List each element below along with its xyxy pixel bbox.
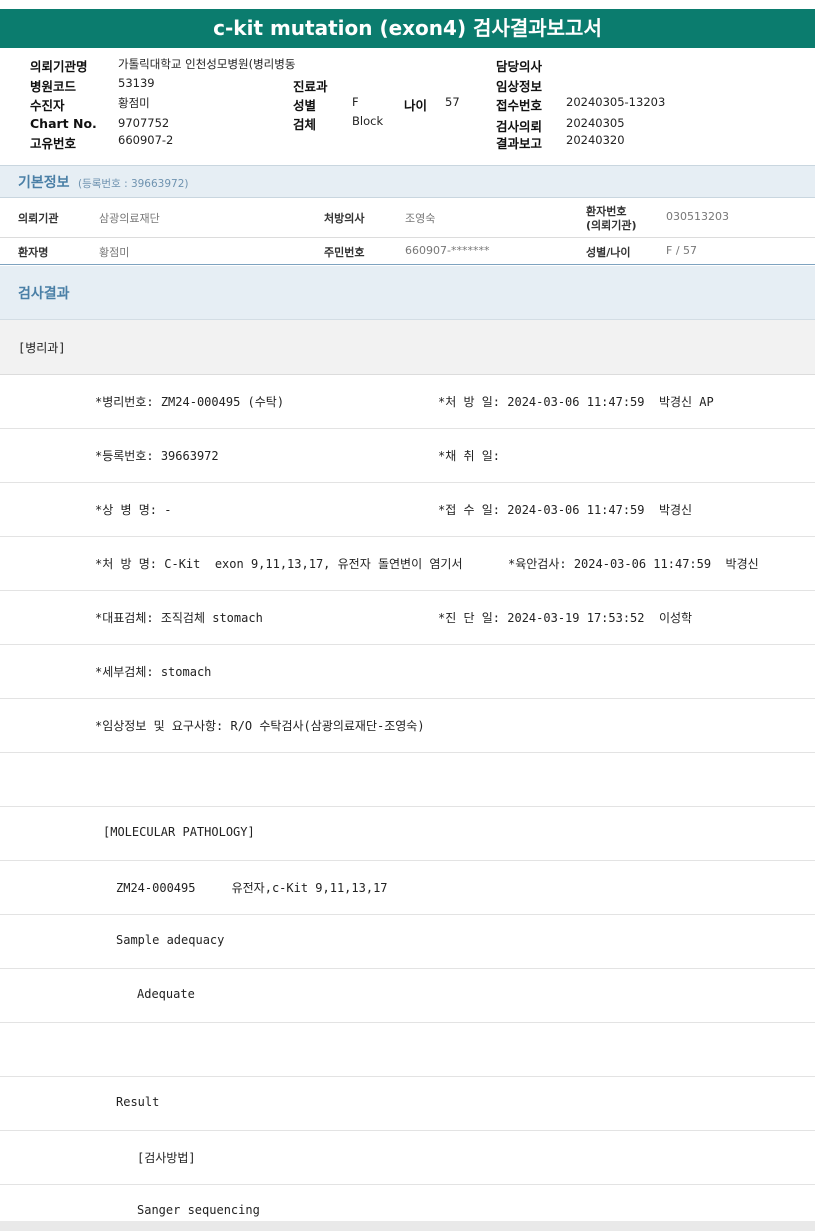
result-row: *임상정보 및 요구사항: R/O 수탁검사(삼광의료재단-조영숙)	[0, 699, 815, 753]
sex-age-label: 성별/나이	[586, 246, 631, 259]
diagnosis-name-line: *상 병 명: -	[95, 503, 172, 517]
sample-adequacy-line: Sample adequacy	[116, 933, 225, 947]
patient-number-value: 030513203	[666, 210, 729, 223]
result-row: *세부검체: stomach	[0, 645, 815, 699]
result-row: ZM24-000495 유전자,c-Kit 9,11,13,17	[0, 861, 815, 915]
receipt-no-label: 접수번호	[496, 98, 543, 113]
result-row: *처 방 명: C-Kit exon 9,11,13,17, 유전자 돌연변이 …	[0, 537, 815, 591]
case-line: ZM24-000495 유전자,c-Kit 9,11,13,17	[116, 881, 388, 895]
collection-date-line: *채 취 일:	[438, 449, 501, 463]
result-row: *대표검체: 조직검체 stomach *진 단 일: 2024-03-19 1…	[0, 591, 815, 645]
prescribe-date-line: *처 방 일: 2024-03-06 11:47:59 박경신 AP	[438, 395, 714, 409]
result-row: Sanger sequencing	[0, 1185, 815, 1221]
unique-no-value: 660907-2	[118, 133, 174, 147]
doctor-label: 담당의사	[496, 59, 543, 74]
result-section-header: 검사결과	[0, 266, 815, 320]
order-name-line: *처 방 명: C-Kit exon 9,11,13,17, 유전자 돌연변이 …	[95, 557, 463, 571]
age-value: 57	[445, 95, 460, 109]
result-row: *상 병 명: - *접 수 일: 2024-03-06 11:47:59 박경…	[0, 483, 815, 537]
receipt-no-value: 20240305-13203	[566, 95, 666, 109]
result-row-empty	[0, 753, 815, 807]
resident-number-value: 660907-*******	[405, 244, 490, 257]
report-date-value: 20240320	[566, 133, 625, 147]
prescribing-doctor-label: 처방의사	[324, 212, 365, 225]
clinical-request-line: *임상정보 및 요구사항: R/O 수탁검사(삼광의료재단-조영숙)	[95, 719, 425, 733]
result-label-line: Result	[116, 1095, 160, 1109]
result-row: Result	[0, 1077, 815, 1131]
hospital-code-label: 병원코드	[30, 79, 77, 94]
department-label: 진료과	[293, 79, 328, 94]
pathology-number-line: *병리번호: ZM24-000495 (수탁)	[95, 395, 285, 409]
basic-info-section-header: 기본정보 (등록번호 : 39663972)	[0, 165, 815, 198]
specimen-value: Block	[352, 114, 384, 128]
adequate-line: Adequate	[137, 987, 195, 1001]
basic-info-row-1: 의뢰기관 삼광의료재단 처방의사 조영숙 환자번호 (의뢰기관) 0305132…	[0, 198, 815, 238]
prescribing-doctor-value: 조영숙	[405, 212, 436, 225]
result-row: Sample adequacy	[0, 915, 815, 969]
result-row: *등록번호: 39663972 *채 취 일:	[0, 429, 815, 483]
clinical-info-label: 임상정보	[496, 79, 543, 94]
molecular-pathology-heading: [MOLECULAR PATHOLOGY]	[103, 825, 255, 839]
report-title: c-kit mutation (exon4) 검사결과보고서	[0, 9, 815, 48]
registration-number-line: *등록번호: 39663972	[95, 449, 219, 463]
basic-info-row-2: 환자명 황점미 주민번호 660907-******* 성별/나이 F / 57	[0, 238, 815, 265]
report-header: 의뢰기관명 가톨릭대학교 인천성모병원(병리병동 담당의사 병원코드 53139…	[0, 48, 815, 165]
patient-label: 수진자	[30, 98, 65, 113]
unique-no-label: 고유번호	[30, 136, 77, 151]
institution-value: 가톨릭대학교 인천성모병원(병리병동	[118, 57, 296, 71]
specimen-label: 검체	[293, 117, 317, 132]
resident-number-label: 주민번호	[324, 246, 365, 259]
result-title: 검사결과	[18, 286, 70, 302]
request-date-value: 20240305	[566, 116, 625, 130]
diagnosis-date-line: *진 단 일: 2024-03-19 17:53:52 이성학	[438, 611, 693, 625]
gross-exam-line: *육안검사: 2024-03-06 11:47:59 박경신	[508, 557, 759, 571]
report-date-label: 결과보고	[496, 136, 543, 151]
bottom-scroll-strip	[0, 1221, 815, 1231]
department-row: [병리과]	[0, 320, 815, 375]
receive-date-line: *접 수 일: 2024-03-06 11:47:59 박경신	[438, 503, 693, 517]
hospital-code-value: 53139	[118, 76, 155, 90]
result-row: [MOLECULAR PATHOLOGY]	[0, 807, 815, 861]
main-specimen-line: *대표검체: 조직검체 stomach	[95, 611, 263, 625]
age-label: 나이	[404, 98, 428, 113]
chart-no-value: 9707752	[118, 116, 170, 130]
institution-label: 의뢰기관명	[30, 59, 88, 74]
chart-no-label: Chart No.	[30, 116, 97, 131]
patient-name-label: 환자명	[18, 246, 49, 259]
sub-specimen-line: *세부검체: stomach	[95, 665, 212, 679]
basic-info-title: 기본정보	[18, 175, 70, 191]
patient-value: 황점미	[118, 96, 150, 110]
result-row: *병리번호: ZM24-000495 (수탁) *처 방 일: 2024-03-…	[0, 375, 815, 429]
sex-age-value: F / 57	[666, 244, 698, 257]
referring-institution-label: 의뢰기관	[18, 212, 59, 225]
test-method-label-line: [검사방법]	[137, 1151, 196, 1165]
patient-name-value: 황점미	[99, 246, 130, 259]
result-row: Adequate	[0, 969, 815, 1023]
test-method-value-line: Sanger sequencing	[137, 1203, 260, 1217]
basic-info-subtitle: (등록번호 : 39663972)	[78, 178, 189, 190]
sex-label: 성별	[293, 98, 317, 113]
result-row-empty	[0, 1023, 815, 1077]
result-row: [검사방법]	[0, 1131, 815, 1185]
patient-number-sublabel: (의뢰기관)	[586, 219, 637, 232]
referring-institution-value: 삼광의료재단	[99, 212, 160, 225]
sex-value: F	[352, 95, 359, 109]
department-name: [병리과]	[18, 341, 66, 355]
